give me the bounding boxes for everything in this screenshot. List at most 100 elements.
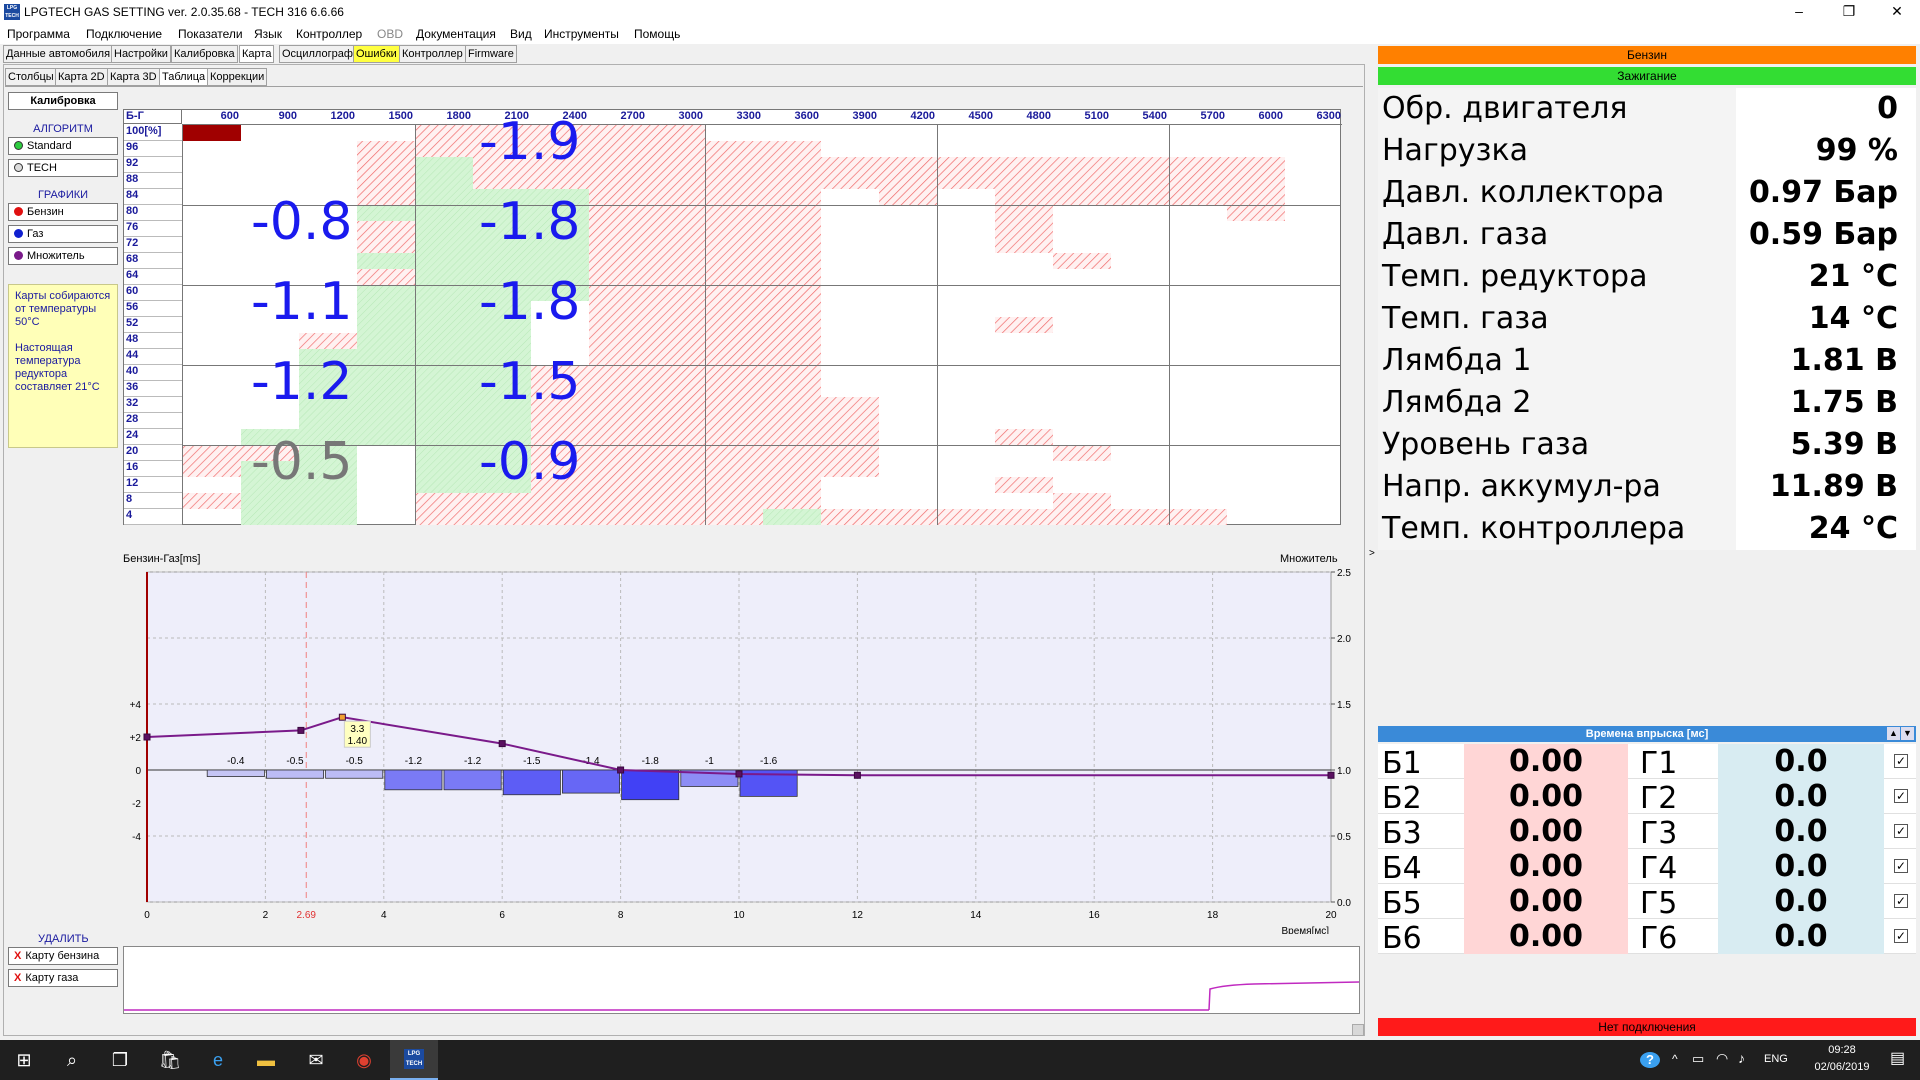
right-tick-label: 0.0 — [1337, 898, 1351, 909]
load-row-header: 24 — [124, 429, 182, 445]
injector-checkbox[interactable]: ✓ — [1894, 929, 1908, 943]
gas-dot-icon — [14, 229, 23, 238]
petrol-cell — [1053, 493, 1111, 509]
tab-errors[interactable]: Ошибки — [353, 45, 400, 63]
tab-controller[interactable]: Контроллер — [399, 45, 466, 63]
injector-checkbox[interactable]: ✓ — [1894, 789, 1908, 803]
notifications-icon[interactable]: ▤ — [1890, 1048, 1905, 1068]
parameter-label: Темп. редуктора — [1382, 259, 1648, 294]
tab-map-2d[interactable]: Карта 2D — [55, 68, 108, 86]
delete-x-icon: X — [14, 950, 22, 962]
chrome-icon[interactable]: ◉ — [340, 1040, 388, 1080]
bar-label: -1.2 — [405, 756, 423, 767]
delete-petrol-map-button[interactable]: X Карту бензина — [8, 947, 118, 965]
map-cells — [183, 125, 1341, 525]
multiplier-point — [617, 766, 625, 774]
tab-map-3d[interactable]: Карта 3D — [107, 68, 160, 86]
tab-oscilloscope[interactable]: Осциллограф — [279, 45, 356, 63]
volume-icon[interactable]: ♪ — [1738, 1050, 1745, 1066]
scroll-up-icon[interactable]: ▲ — [1887, 727, 1900, 740]
title-bar: LPG TECH LPGTECH GAS SETTING ver. 2.0.35.… — [0, 0, 1920, 24]
edge-browser-icon[interactable]: e — [194, 1040, 242, 1080]
menu-obd[interactable]: OBD — [377, 27, 403, 41]
x-tick-label: 2 — [263, 910, 269, 921]
clock-date[interactable]: 02/06/2019 — [1804, 1061, 1880, 1073]
minimize-button[interactable]: – — [1776, 0, 1822, 24]
maximize-button[interactable]: ❐ — [1826, 0, 1872, 24]
load-row-header: 48 — [124, 333, 182, 349]
load-row-header: 96 — [124, 141, 182, 157]
tab-firmware[interactable]: Firmware — [465, 45, 517, 63]
file-explorer-icon[interactable]: ▬ — [242, 1040, 290, 1080]
graph-petrol-toggle[interactable]: Бензин — [8, 203, 118, 221]
menu-connection[interactable]: Подключение — [86, 27, 162, 41]
help-tray-icon[interactable]: ? — [1640, 1052, 1660, 1068]
graph-petrol-label: Бензин — [27, 206, 64, 218]
petrol-cell — [821, 509, 1227, 525]
algo-standard-option[interactable]: Standard — [8, 137, 118, 155]
calibration-button[interactable]: Калибровка — [8, 92, 118, 110]
rpm-header: 5700 — [1200, 110, 1225, 122]
injector-checkbox[interactable]: ✓ — [1894, 754, 1908, 768]
parameter-row: Уровень газа 5.39 В — [1378, 424, 1916, 466]
resize-grip[interactable] — [1352, 1024, 1364, 1036]
menu-language[interactable]: Язык — [254, 27, 282, 41]
graph-gas-toggle[interactable]: Газ — [8, 225, 118, 243]
load-row-header: 92 — [124, 157, 182, 173]
parameter-label: Давл. газа — [1382, 217, 1549, 252]
fuel-map-table[interactable]: Б-Г 600 900 1200 1500 1800 2100 2400 270… — [123, 109, 1342, 525]
battery-icon[interactable]: ▭ — [1692, 1051, 1704, 1067]
parameter-label: Обр. двигателя — [1382, 91, 1628, 126]
petrol-injector-label: Б4 — [1382, 851, 1422, 886]
parameter-value: 14 °C — [1808, 301, 1898, 336]
store-icon[interactable]: 🛍 — [146, 1040, 194, 1080]
rpm-header: 4200 — [910, 110, 935, 122]
injector-checkbox[interactable]: ✓ — [1894, 859, 1908, 873]
mail-icon[interactable]: ✉ — [292, 1040, 340, 1080]
zone-value: -1.2 — [251, 352, 353, 412]
injection-header-label: Времена впрыска [мс] — [1585, 728, 1709, 740]
lpgtech-app-icon[interactable]: LPG TECH — [390, 1040, 438, 1080]
tab-columns[interactable]: Столбцы — [5, 68, 57, 86]
tab-settings[interactable]: Настройки — [111, 45, 171, 63]
parameter-row: Темп. газа 14 °C — [1378, 298, 1916, 340]
tray-expand-icon[interactable]: ^ — [1672, 1052, 1678, 1066]
menu-documentation[interactable]: Документация — [416, 27, 496, 41]
correction-bar — [206, 769, 265, 777]
delete-gas-map-button[interactable]: X Карту газа — [8, 969, 118, 987]
parameter-label: Лямбда 1 — [1382, 343, 1532, 378]
tab-map[interactable]: Карта — [239, 45, 275, 63]
tab-corrections[interactable]: Коррекции — [207, 68, 268, 86]
petrol-cell — [1227, 157, 1285, 221]
menu-program[interactable]: Программа — [7, 27, 70, 41]
load-row-header: 80 — [124, 205, 182, 221]
task-view-icon[interactable]: ❐ — [96, 1040, 144, 1080]
search-icon[interactable]: ⌕ — [48, 1040, 96, 1080]
petrol-cell — [1053, 445, 1111, 461]
menu-indicators[interactable]: Показатели — [178, 27, 243, 41]
panel-splitter[interactable] — [1368, 46, 1376, 1036]
tab-table[interactable]: Таблица — [159, 68, 209, 86]
graph-multiplier-toggle[interactable]: Множитель — [8, 247, 118, 265]
wifi-icon[interactable]: ◠ — [1716, 1050, 1728, 1067]
clock-time[interactable]: 09:28 — [1812, 1044, 1872, 1056]
splitter-arrow-icon[interactable]: > — [1369, 548, 1375, 559]
rpm-header: 3900 — [852, 110, 877, 122]
menu-controller[interactable]: Контроллер — [296, 27, 362, 41]
language-indicator[interactable]: ENG — [1764, 1053, 1788, 1065]
injector-checkbox[interactable]: ✓ — [1894, 894, 1908, 908]
tab-car-data[interactable]: Данные автомобиля — [3, 45, 114, 63]
windows-start-icon[interactable]: ⊞ — [0, 1040, 48, 1080]
menu-tools[interactable]: Инструменты — [544, 27, 619, 41]
tab-calibration[interactable]: Калибровка — [171, 45, 238, 63]
menu-view[interactable]: Вид — [510, 27, 532, 41]
multiplier-dot-icon — [14, 251, 23, 260]
calibration-chart[interactable]: -0.4 -0.5 -0.5 -1.2 -1.2 -1.5 -1.4 -1.8 -1 -1.63.… — [123, 566, 1368, 934]
algo-tech-option[interactable]: TECH — [8, 159, 118, 177]
injector-checkbox[interactable]: ✓ — [1894, 824, 1908, 838]
gas-cell — [415, 141, 473, 493]
scroll-down-icon[interactable]: ▼ — [1901, 727, 1914, 740]
close-button[interactable]: ✕ — [1874, 0, 1920, 24]
menu-help[interactable]: Помощь — [634, 27, 680, 41]
petrol-injector-label: Б1 — [1382, 746, 1422, 781]
